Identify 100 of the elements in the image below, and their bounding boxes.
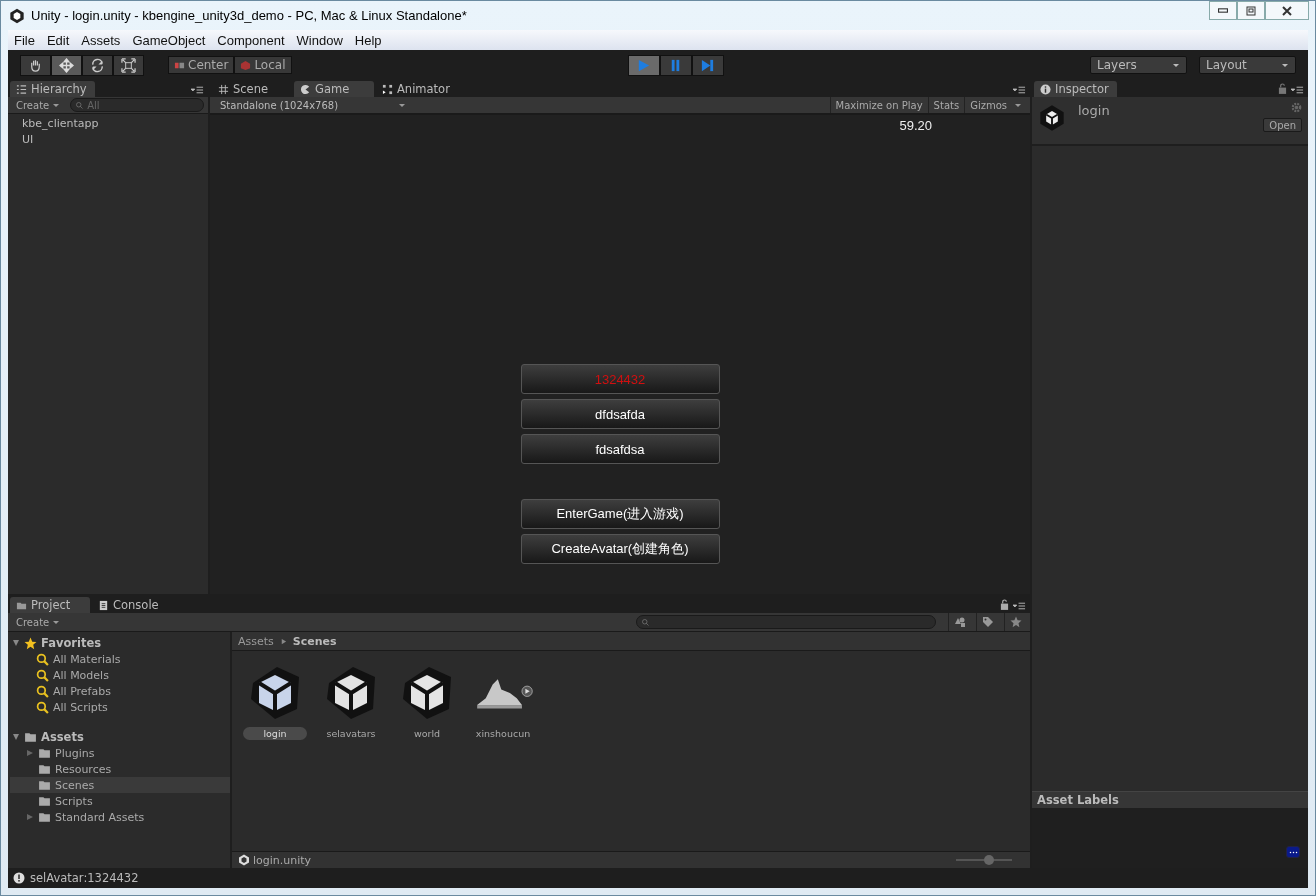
hierarchy-item[interactable]: kbe_clientapp — [8, 116, 208, 132]
folder-icon — [38, 794, 51, 808]
menu-item[interactable]: Component — [211, 32, 291, 48]
menu-item[interactable]: Edit — [40, 32, 76, 48]
caret-icon — [1281, 61, 1289, 69]
search-icon — [36, 652, 49, 666]
console-tab[interactable]: Console — [92, 597, 172, 613]
panel-menu-icon[interactable] — [1013, 86, 1026, 94]
resolution-dropdown[interactable]: Standalone (1024x768) — [210, 99, 417, 111]
create-button[interactable]: Create — [12, 99, 65, 111]
play-button[interactable] — [627, 54, 660, 76]
asset-name[interactable]: login — [243, 727, 307, 740]
menu-item[interactable]: GameObject — [126, 32, 212, 48]
animator-tab[interactable]: Animator — [376, 81, 458, 97]
local-cube-icon — [240, 59, 252, 71]
list-icon — [16, 83, 27, 95]
menu-item[interactable]: Assets — [75, 32, 127, 48]
move-arrows-icon — [59, 57, 74, 73]
tree-label[interactable]: All Materials — [53, 652, 121, 666]
expand-arrow-icon[interactable] — [12, 733, 20, 741]
panel-menu-icon[interactable] — [1291, 86, 1304, 94]
tree-label[interactable]: Plugins — [55, 746, 95, 760]
close-icon — [1281, 4, 1293, 17]
local-pivot-button[interactable]: Local — [234, 56, 292, 74]
game-toolbar-button[interactable]: Stats — [927, 97, 965, 113]
tree-label[interactable]: Scripts — [55, 794, 93, 808]
hierarchy-item[interactable]: UI — [8, 132, 208, 148]
close-button[interactable] — [1265, 1, 1309, 20]
expand-arrow-icon[interactable] — [26, 749, 34, 757]
caret-icon — [52, 101, 61, 109]
expand-arrow-icon[interactable] — [12, 639, 20, 647]
star-icon — [1009, 616, 1022, 628]
restore-icon — [1245, 4, 1257, 17]
folder-icon — [38, 810, 51, 824]
caret-icon[interactable] — [1014, 101, 1022, 109]
step-icon — [700, 57, 715, 73]
step-button[interactable] — [691, 54, 724, 76]
asset-name[interactable]: xinshoucun — [465, 727, 541, 740]
menu-item[interactable]: Window — [290, 32, 349, 48]
folder-icon — [38, 762, 51, 776]
action-button[interactable]: CreateAvatar(创建角色) — [520, 534, 720, 564]
project-tab[interactable]: Project — [10, 597, 90, 613]
hierarchy-tab[interactable]: Hierarchy — [10, 81, 95, 97]
hand-tool-button[interactable] — [20, 54, 51, 76]
search-icon — [641, 618, 650, 627]
minimize-button[interactable] — [1209, 1, 1237, 20]
tree-label[interactable]: Assets — [41, 730, 84, 744]
maximize-button[interactable] — [1237, 1, 1265, 20]
scale-icon — [121, 57, 136, 73]
breadcrumb-link[interactable]: Assets — [238, 634, 274, 648]
avatar-button[interactable]: dfdsafda — [520, 399, 720, 429]
rotate-tool-button[interactable] — [82, 54, 113, 76]
pause-button[interactable] — [659, 54, 692, 76]
scale-tool-button[interactable] — [113, 54, 144, 76]
inspector-tab[interactable]: Inspector — [1034, 81, 1117, 97]
game-toolbar-button[interactable]: Gizmos — [964, 97, 1012, 113]
selected-asset-path: login.unity — [253, 853, 312, 867]
play-icon — [636, 57, 651, 73]
avatar-button[interactable]: fdsafdsa — [520, 434, 720, 464]
panel-menu-icon[interactable] — [1013, 602, 1026, 610]
tree-label[interactable]: All Scripts — [53, 700, 108, 714]
lock-icon[interactable] — [1278, 83, 1287, 94]
tag-icon — [981, 616, 994, 628]
caret-icon — [398, 101, 407, 109]
lock-icon[interactable] — [1000, 599, 1009, 610]
tree-label[interactable]: Standard Assets — [55, 810, 145, 824]
slider-handle[interactable] — [983, 855, 994, 865]
asset-name[interactable]: selavatars — [316, 727, 386, 740]
tree-label[interactable]: Favorites — [41, 636, 102, 650]
folder-icon — [38, 778, 51, 792]
menu-item[interactable]: File — [8, 32, 41, 48]
search-field[interactable]: All — [70, 98, 204, 112]
open-button[interactable]: Open — [1263, 118, 1302, 132]
status-message: selAvatar:1324432 — [30, 871, 139, 885]
expand-arrow-icon[interactable] — [26, 813, 34, 821]
search-field[interactable] — [636, 615, 936, 629]
tree-label[interactable]: Scenes — [55, 778, 95, 792]
create-button[interactable]: Create — [12, 616, 65, 628]
caret-icon — [1172, 61, 1180, 69]
tree-label[interactable]: All Models — [53, 668, 109, 682]
dropdown[interactable]: Layers — [1090, 56, 1187, 74]
search-icon — [36, 684, 49, 698]
panel-menu-icon[interactable] — [191, 86, 204, 94]
caret-icon — [52, 618, 61, 626]
action-button[interactable]: EnterGame(进入游戏) — [520, 499, 720, 529]
game-toolbar-button[interactable]: Maximize on Play — [829, 97, 928, 113]
tree-label[interactable]: Resources — [55, 762, 112, 776]
tree-label[interactable]: All Prefabs — [53, 684, 111, 698]
animator-icon — [382, 83, 393, 95]
move-tool-button[interactable] — [51, 54, 82, 76]
center-pivot-button[interactable]: Center — [168, 56, 235, 74]
scene-tab[interactable]: Scene — [212, 81, 292, 97]
asset-name[interactable]: world — [403, 727, 451, 740]
asset-title: login — [1078, 103, 1110, 118]
breadcrumb-link[interactable]: Scenes — [292, 634, 337, 648]
dropdown[interactable]: Layout — [1199, 56, 1296, 74]
asset-labels-header: Asset Labels — [1032, 791, 1308, 808]
menu-item[interactable]: Help — [348, 32, 388, 48]
game-tab[interactable]: Game — [294, 81, 374, 97]
search-icon — [36, 700, 49, 714]
